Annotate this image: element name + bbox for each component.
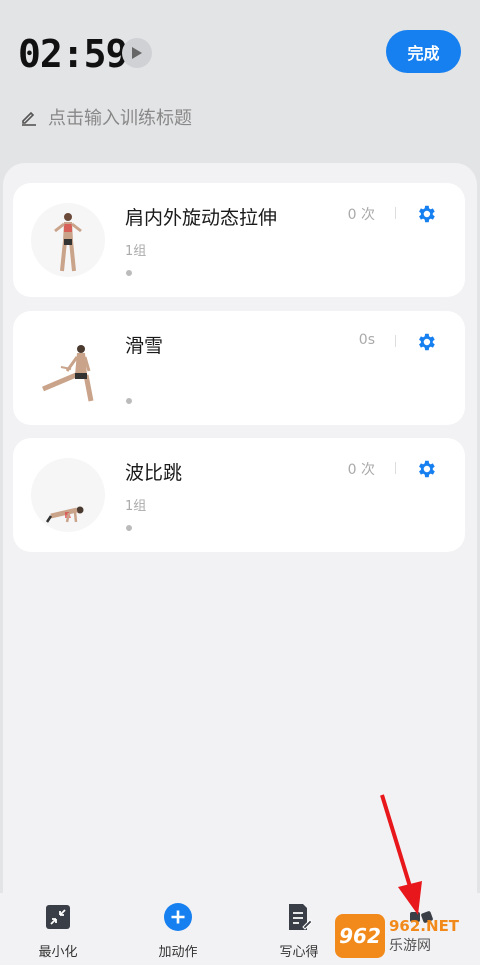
exercise-name: 肩内外旋动态拉伸 <box>125 207 278 229</box>
divider <box>395 335 396 347</box>
gear-icon[interactable] <box>415 331 437 353</box>
minimize-icon <box>44 903 72 931</box>
add-exercise-label: 加动作 <box>158 945 198 960</box>
gear-icon[interactable] <box>415 203 437 225</box>
exercise-thumbnail <box>31 458 105 532</box>
exercise-count: 0 次 <box>347 462 375 478</box>
exercise-card[interactable]: 肩内外旋动态拉伸 1组 0 次 <box>13 183 465 297</box>
annotation-arrow-icon <box>380 794 422 915</box>
exercise-count: 0 次 <box>347 207 375 223</box>
workout-title-input[interactable]: 点击输入训练标题 <box>20 104 192 130</box>
gear-icon[interactable] <box>415 458 437 480</box>
exercise-sets: 1组 <box>125 244 147 259</box>
play-button[interactable] <box>122 38 152 68</box>
write-notes-button[interactable]: 写心得 <box>254 903 344 960</box>
note-edit-icon <box>285 903 313 931</box>
status-dot <box>126 398 132 404</box>
play-icon <box>132 47 142 59</box>
exercise-name: 波比跳 <box>125 462 183 484</box>
divider <box>395 462 396 474</box>
workout-timer: 02:59 <box>18 32 128 76</box>
status-dot <box>126 525 132 531</box>
watermark-logo: 962 <box>335 914 385 958</box>
exercise-card[interactable]: 滑雪 0s <box>13 311 465 425</box>
minimize-label: 最小化 <box>38 945 78 960</box>
minimize-button[interactable]: 最小化 <box>13 903 103 960</box>
pencil-icon <box>22 111 36 126</box>
done-button[interactable]: 完成 <box>386 30 461 73</box>
site-watermark: 962 962.NET 乐游网 <box>335 910 475 962</box>
status-dot <box>126 270 132 276</box>
exercise-name: 滑雪 <box>125 335 164 357</box>
exercise-thumbnail <box>31 203 105 277</box>
watermark-domain: 962.NET <box>389 917 460 935</box>
exercise-thumbnail <box>31 331 105 405</box>
watermark-name: 乐游网 <box>389 938 431 954</box>
header-area: 02:59 完成 点击输入训练标题 <box>0 0 480 170</box>
add-exercise-button[interactable]: 加动作 <box>133 903 223 960</box>
exercise-count: 0s <box>358 332 375 348</box>
divider <box>395 207 396 219</box>
exercise-card[interactable]: 波比跳 1组 0 次 <box>13 438 465 552</box>
plus-circle-icon <box>164 903 192 931</box>
workout-title-placeholder: 点击输入训练标题 <box>48 108 192 129</box>
exercise-sets: 1组 <box>125 499 147 514</box>
write-notes-label: 写心得 <box>279 945 319 960</box>
